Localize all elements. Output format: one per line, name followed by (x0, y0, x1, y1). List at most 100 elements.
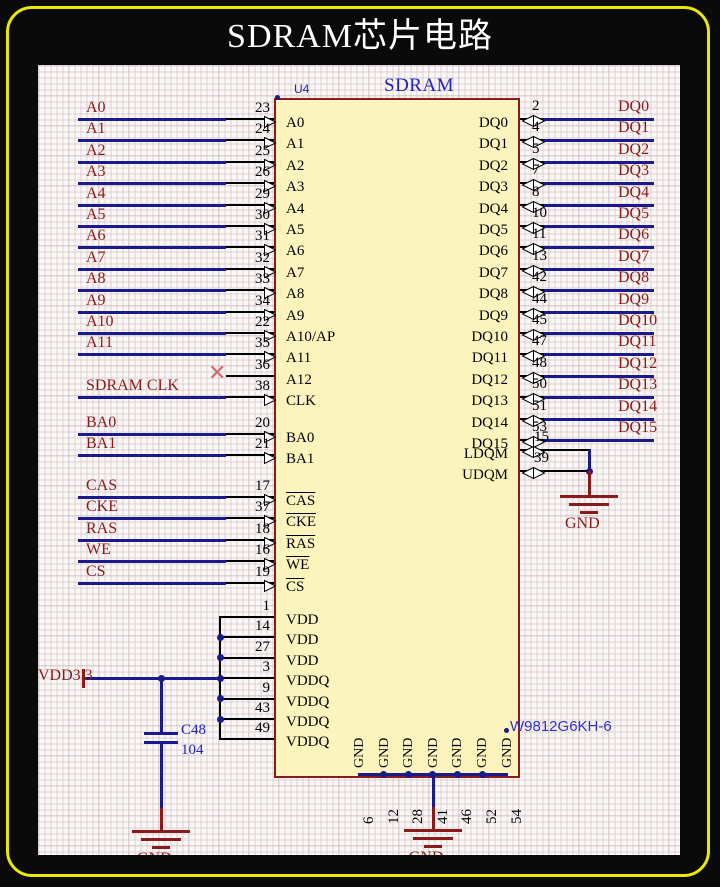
pin-number-37: 37 (255, 499, 270, 516)
chip-refdes: U4 (294, 82, 310, 96)
wire-gnd-stem-red (431, 807, 435, 829)
junction-power-5 (216, 715, 224, 723)
pin-name-gnd-46: GND (450, 737, 466, 768)
schematic-screen: SDRAM芯片电路 U4 SDRAM W9812G6KH-6 A0 23 A0 A1 24 A1… (0, 0, 720, 887)
net-label-SDRAM_CLK: SDRAM CLK (86, 377, 179, 395)
cap-refdes: C48 (181, 722, 207, 739)
pin-name-gnd-41: GND (425, 737, 441, 768)
wire-cap-bottom (160, 744, 163, 813)
net-label-DQ1: DQ1 (618, 119, 650, 137)
wire-dqm-gnd-stem (588, 471, 591, 496)
pin-number-11: 11 (532, 226, 547, 243)
pin-name-DQ12: DQ12 (471, 371, 508, 388)
net-label-CAS: CAS (86, 477, 118, 494)
pin-name-BA1: BA1 (286, 451, 315, 468)
pin-name-A2: A2 (286, 157, 305, 174)
pin-name-A7: A7 (286, 264, 305, 281)
pin-name-A10-AP: A10/AP (286, 329, 336, 345)
net-label-A1: A1 (86, 120, 106, 138)
gnd-label-cap: GND (137, 850, 172, 855)
pin-number-34: 34 (255, 292, 270, 309)
pin-number-2: 2 (532, 98, 540, 114)
pin-name-WE: WE (286, 557, 310, 574)
pin-name-A9: A9 (286, 307, 305, 324)
net-label-A4: A4 (86, 184, 106, 202)
wire-pin-36 (226, 374, 274, 377)
gnd-bar-3-cap (152, 846, 170, 850)
junction-power-4 (216, 695, 224, 703)
net-label-DQ9: DQ9 (618, 290, 650, 308)
chip-title: SDRAM (384, 75, 455, 96)
pin-name-A12: A12 (286, 371, 312, 388)
net-label-DQ7: DQ7 (618, 247, 650, 265)
pin-name-DQ7: DQ7 (478, 264, 508, 281)
pin-number-7: 7 (532, 162, 540, 179)
net-label-DQ12: DQ12 (618, 354, 658, 372)
pin-number-18: 18 (255, 520, 270, 537)
pin-name-VDDQ-43: VDDQ (286, 714, 330, 730)
part-number-dot (504, 728, 509, 733)
pin-arrow-19 (264, 579, 277, 592)
gnd-label-chip: GND (409, 849, 444, 855)
no-connect-icon: ✕ (208, 359, 227, 385)
net-label-BA0: BA0 (86, 414, 117, 431)
gnd-bar-1-dqm (560, 495, 618, 499)
wire-net-A11 (78, 353, 226, 357)
pin-name-DQ13: DQ13 (471, 393, 508, 410)
pin-name-CAS: CAS (286, 493, 316, 509)
junction-gnd-1 (380, 770, 388, 778)
pin-name-VDD-27: VDD (286, 652, 319, 669)
wire-net-SDRAM_CLK (78, 396, 226, 400)
pin-name-gnd-52: GND (475, 737, 490, 768)
pin-number-6: 6 (361, 816, 377, 825)
chip-part-number: W9812G6KH-6 (510, 718, 612, 735)
pin-arrow-38 (264, 393, 277, 407)
pin-number-33: 33 (255, 271, 270, 288)
net-label-RAS: RAS (86, 519, 118, 537)
net-label-BA1: BA1 (86, 435, 117, 453)
pin-number-48: 48 (532, 354, 547, 371)
net-label-CKE: CKE (86, 498, 118, 516)
net-label-CS: CS (86, 562, 106, 580)
pin-number-16: 16 (255, 542, 270, 559)
wire-dqm-15 (544, 449, 590, 451)
pin-number-8: 8 (532, 183, 540, 200)
net-label-DQ11: DQ11 (618, 333, 657, 351)
pin-name-DQ14: DQ14 (471, 414, 508, 431)
net-label-DQ15: DQ15 (618, 419, 658, 436)
pin-name-gnd-28: GND (401, 737, 417, 768)
pin-number-50: 50 (532, 376, 547, 393)
pin-name-DQ8: DQ8 (478, 286, 508, 303)
gnd-bar-3-chip (423, 845, 442, 848)
wire-vdd33-feed (82, 677, 219, 681)
pin-name-DQ5: DQ5 (478, 222, 508, 238)
pin-number-1: 1 (262, 598, 271, 614)
pin-name-VDDQ-3: VDDQ (286, 673, 330, 690)
pin-number-39: 39 (534, 450, 549, 467)
pin-name-CKE: CKE (286, 514, 316, 531)
net-label-DQ8: DQ8 (618, 269, 650, 287)
pin-name-A0: A0 (286, 115, 305, 131)
pin-number-51: 51 (532, 397, 547, 414)
pin-number-54: 54 (508, 809, 525, 824)
junction-gnd-2 (404, 770, 412, 778)
pin-name-VDDQ-49: VDDQ (286, 734, 330, 751)
junction-power-1 (216, 633, 224, 641)
pin-number-25: 25 (255, 142, 270, 159)
net-label-A0: A0 (86, 99, 106, 116)
pin-number-10: 10 (532, 205, 547, 221)
junction-power-2 (216, 654, 224, 662)
pin-number-17: 17 (255, 478, 270, 494)
net-label-A8: A8 (86, 270, 106, 288)
pin-name-gnd-12: GND (376, 737, 392, 768)
net-label-DQ5: DQ5 (618, 205, 650, 222)
gnd-bar-3-dqm (580, 511, 598, 515)
net-label-WE: WE (86, 541, 111, 559)
net-label-A5: A5 (86, 206, 106, 223)
gnd-bar-1-cap (132, 830, 190, 834)
pin-name-DQ6: DQ6 (478, 243, 508, 260)
pin-number-20: 20 (255, 415, 270, 431)
schematic-layer: U4 SDRAM W9812G6KH-6 A0 23 A0 A1 24 A1 A2 25 A2 A3 26… (38, 65, 680, 855)
gnd-bar-2-cap (141, 838, 181, 842)
pin-number-23: 23 (255, 100, 270, 116)
